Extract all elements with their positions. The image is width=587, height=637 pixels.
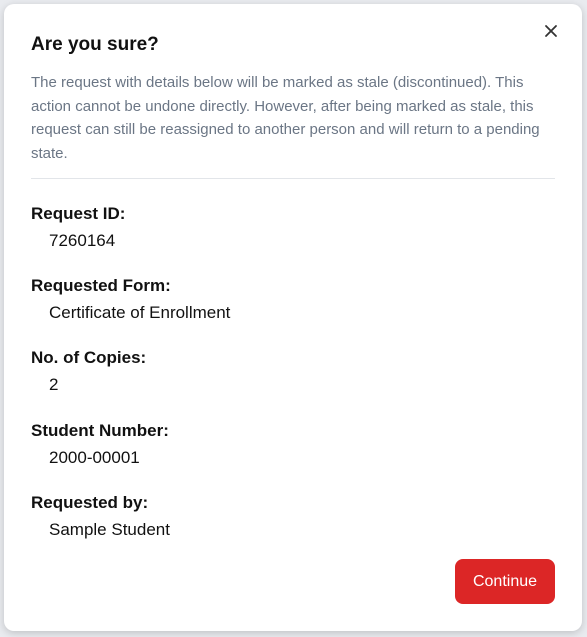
detail-label: Requested by: [31, 493, 149, 512]
dialog-description: The request with details below will be m… [31, 74, 540, 162]
detail-value: Sample Student [49, 520, 170, 539]
detail-value: 7260164 [49, 231, 116, 250]
continue-button[interactable]: Continue [455, 559, 555, 604]
detail-value: 2 [49, 375, 59, 394]
detail-label: Requested Form: [31, 276, 171, 295]
confirm-dialog: Are you sure? The request with details b… [4, 4, 582, 631]
dialog-title: Are you sure? [31, 34, 159, 55]
detail-label: Student Number: [31, 421, 169, 440]
detail-label: Request ID: [31, 204, 126, 223]
divider [31, 178, 555, 179]
close-icon[interactable] [542, 22, 560, 40]
detail-requested-form: Requested Form: Certificate of Enrollmen… [31, 275, 230, 324]
detail-copies: No. of Copies: 2 [31, 347, 146, 396]
detail-requested-by: Requested by: Sample Student [31, 492, 170, 541]
detail-label: No. of Copies: [31, 348, 147, 367]
detail-student-number: Student Number: 2000-00001 [31, 420, 169, 469]
detail-value: Certificate of Enrollment [49, 303, 231, 322]
detail-request-id: Request ID: 7260164 [31, 203, 125, 252]
detail-value: 2000-00001 [49, 448, 140, 467]
